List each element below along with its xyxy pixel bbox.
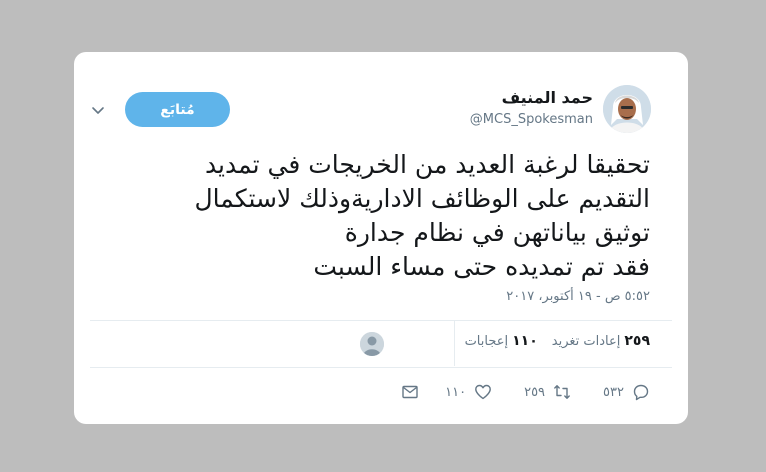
retweet-action[interactable]: ٢٥٩ bbox=[524, 383, 571, 401]
reply-count: ٥٣٢ bbox=[603, 384, 624, 400]
retweet-count: ٢٥٩ bbox=[524, 384, 546, 400]
like-action[interactable]: ١١٠ bbox=[445, 383, 492, 401]
like-count: ١١٠ bbox=[445, 384, 467, 400]
likes-count[interactable]: ١١٠ bbox=[512, 333, 538, 349]
avatar[interactable] bbox=[603, 85, 651, 133]
message-icon[interactable] bbox=[401, 383, 419, 401]
tweet-line: فقد تم تمديده حتى مساء السبت bbox=[313, 252, 650, 281]
stats-separator bbox=[454, 320, 455, 366]
divider bbox=[90, 320, 672, 321]
retweets-label[interactable]: إعادات تغريد bbox=[552, 334, 621, 349]
tweet-stats: ٢٥٩ إعادات تغريد ١١٠ إعجابات bbox=[465, 333, 650, 349]
heart-icon[interactable] bbox=[474, 383, 492, 401]
liker-avatar[interactable] bbox=[360, 332, 384, 356]
tweet-timestamp[interactable]: ٥:٥٢ ص - ١٩ أكتوبر، ٢٠١٧ bbox=[506, 289, 650, 304]
tweet-actions: ٥٣٢ ٢٥٩ ١١٠ bbox=[401, 380, 650, 404]
reply-icon[interactable] bbox=[632, 383, 650, 401]
retweet-icon[interactable] bbox=[553, 383, 571, 401]
user-name[interactable]: حمد المنيف bbox=[502, 88, 593, 107]
following-button[interactable]: مُتابَع bbox=[125, 92, 230, 127]
divider bbox=[90, 367, 672, 368]
tweet-line: توثيق بياناتهن في نظام جدارة bbox=[344, 218, 650, 247]
message-action[interactable] bbox=[401, 383, 419, 401]
user-handle[interactable]: @MCS_Spokesman bbox=[470, 112, 593, 127]
chevron-down-icon[interactable] bbox=[90, 102, 106, 118]
tweet-line: تحقيقا لرغبة العديد من الخريجات في تمديد bbox=[204, 150, 650, 179]
likes-label[interactable]: إعجابات bbox=[465, 334, 509, 349]
tweet-line: التقديم على الوظائف الاداريةوذلك لاستكما… bbox=[194, 184, 650, 213]
reply-action[interactable]: ٥٣٢ bbox=[603, 383, 650, 401]
tweet-text: تحقيقا لرغبة العديد من الخريجات في تمديد… bbox=[110, 148, 650, 284]
tweet-card: حمد المنيف @MCS_Spokesman مُتابَع تحقيقا… bbox=[74, 52, 688, 424]
retweets-count[interactable]: ٢٥٩ bbox=[624, 333, 650, 349]
